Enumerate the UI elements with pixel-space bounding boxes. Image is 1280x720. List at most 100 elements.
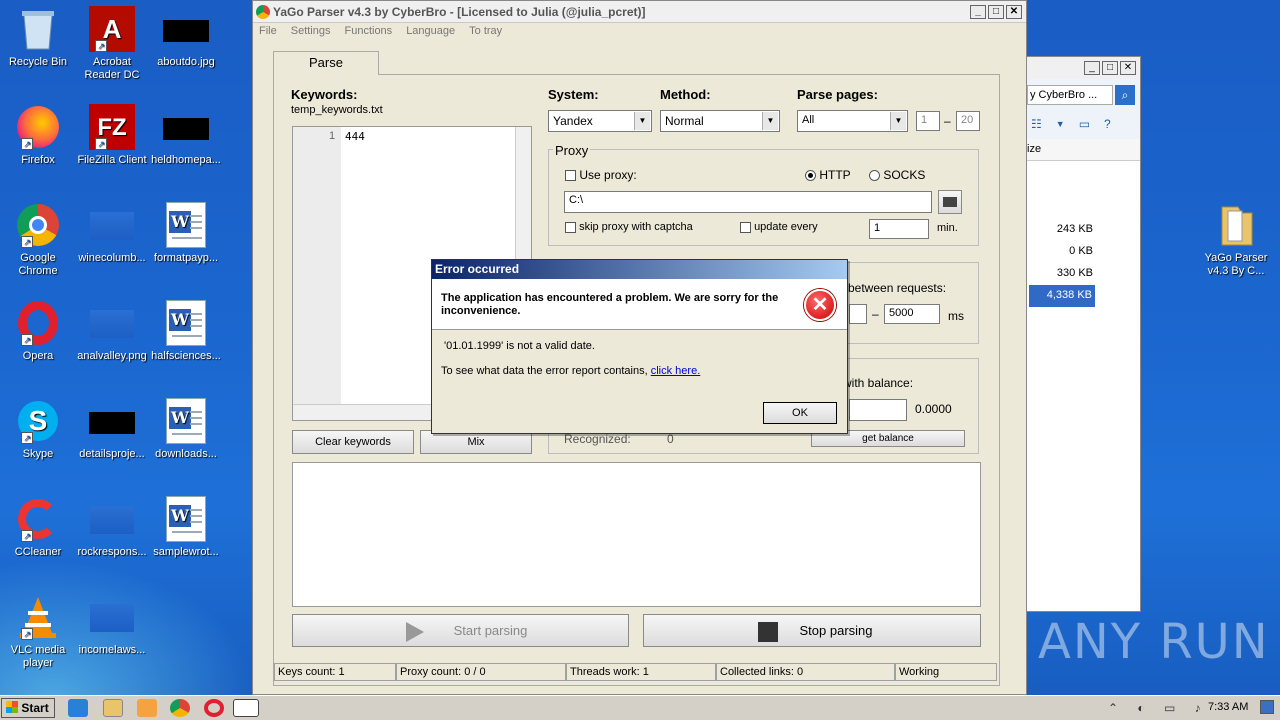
page-from-input[interactable]: 1 — [916, 111, 940, 131]
chrome-icon[interactable] — [170, 699, 190, 717]
start-button[interactable]: Start — [1, 698, 55, 718]
method-label: Method: — [660, 87, 711, 102]
image-file-icon — [163, 20, 209, 42]
word-doc-icon: W — [166, 398, 206, 444]
page-to-input[interactable]: 20 — [956, 111, 980, 131]
desktop-icon-ccleaner[interactable]: ↗ CCleaner — [0, 496, 76, 559]
address-bar[interactable]: y CyberBro ... — [1027, 85, 1113, 105]
folder-browse-button[interactable] — [938, 190, 962, 214]
proxy-path-input[interactable]: C:\ — [564, 191, 932, 213]
desktop-icon-label: Recycle Bin — [8, 56, 68, 68]
start-parsing-button[interactable]: Start parsing — [292, 614, 629, 647]
desktop-icon-label: Acrobat Reader DC — [84, 56, 140, 81]
desktop-icon-label: detailsproje... — [79, 448, 145, 460]
desktop-icon-heldhomepa[interactable]: heldhomepa... — [148, 104, 224, 167]
update-every-checkbox[interactable]: update every — [740, 221, 818, 233]
skip-captcha-checkbox[interactable]: skip proxy with captcha — [565, 221, 693, 233]
ok-button[interactable]: OK — [763, 402, 837, 424]
report-link[interactable]: click here. — [651, 365, 701, 377]
desktop-icon-yago-folder[interactable]: YaGo Parser v4.3 By C... — [1198, 202, 1274, 278]
menu-language[interactable]: Language — [406, 25, 455, 37]
desktop-icon-acrobat[interactable]: A ↗ Acrobat Reader DC — [74, 6, 150, 82]
image-file-icon — [90, 506, 134, 534]
desktop-icon-aboutdo[interactable]: aboutdo.jpg — [148, 6, 224, 69]
recognized-label: Recognized: — [564, 432, 631, 446]
search-icon[interactable]: ⌕ — [1115, 85, 1135, 105]
yago-taskbar-icon[interactable] — [233, 699, 259, 717]
page-dash: – — [944, 114, 951, 128]
socks-radio[interactable]: SOCKS — [869, 168, 925, 182]
menu-settings[interactable]: Settings — [291, 25, 331, 37]
menu-to-tray[interactable]: To tray — [469, 25, 502, 37]
parse-pages-label: Parse pages: — [797, 87, 878, 102]
update-every-input[interactable]: 1 — [869, 219, 929, 239]
help-icon[interactable]: ? — [1104, 117, 1111, 131]
preview-pane-icon[interactable]: ▭ — [1079, 117, 1090, 131]
keywords-file: temp_keywords.txt — [291, 104, 383, 116]
parse-pages-select[interactable]: All ▼ — [797, 110, 908, 132]
use-proxy-checkbox[interactable]: Use proxy: — [565, 168, 637, 182]
desktop-icon-label: FileZilla Client — [77, 154, 147, 166]
stop-parsing-button[interactable]: Stop parsing — [643, 614, 981, 647]
tray-icons[interactable]: ⌃ ◐ ▭ ♪ — [1108, 701, 1209, 715]
file-size-selected[interactable]: 4,338 KB — [1029, 285, 1095, 307]
delay-to-input[interactable]: 5000 — [884, 304, 940, 324]
status-keys-count: Keys count: 1 — [274, 663, 396, 681]
desktop-icon-filezilla[interactable]: FZ ↗ FileZilla Client — [74, 104, 150, 167]
clock[interactable]: 7:33 AM — [1208, 701, 1248, 713]
desktop-icon-formatpayp[interactable]: W formatpayp... — [148, 202, 224, 265]
desktop-icon-recycle-bin[interactable]: Recycle Bin — [0, 6, 76, 69]
desktop-icon-samplewrot[interactable]: W samplewrot... — [148, 496, 224, 559]
maximize-icon[interactable]: □ — [1102, 61, 1118, 75]
system-select[interactable]: Yandex ▼ — [548, 110, 652, 132]
close-icon[interactable]: ✕ — [1006, 4, 1022, 19]
desktop-icon-detailsproje[interactable]: detailsproje... — [74, 398, 150, 461]
menu-functions[interactable]: Functions — [344, 25, 392, 37]
explorer-icon[interactable] — [103, 699, 123, 717]
delay-from-input[interactable] — [849, 304, 867, 324]
image-file-icon — [90, 604, 134, 632]
desktop-icon-vlc[interactable]: ↗ VLC media player — [0, 594, 76, 670]
desktop-icon-downloads[interactable]: W downloads... — [148, 398, 224, 461]
acrobat-icon: A — [102, 13, 122, 44]
log-area[interactable] — [292, 462, 981, 607]
menu-file[interactable]: File — [259, 25, 277, 37]
dialog-message: '01.01.1999' is not a valid date. — [444, 340, 595, 352]
balance-input[interactable] — [849, 399, 907, 421]
error-dialog[interactable]: Error occurred The application has encou… — [431, 259, 848, 434]
file-size: 0 KB — [1069, 245, 1093, 257]
ie-icon[interactable] — [68, 699, 88, 717]
opera-icon[interactable] — [204, 699, 224, 717]
desktop-icon-analvalley[interactable]: analvalley.png — [74, 300, 150, 363]
close-icon[interactable]: ✕ — [1120, 61, 1136, 75]
media-player-icon[interactable] — [137, 699, 157, 717]
title-bar[interactable]: YaGo Parser v4.3 by CyberBro - [Licensed… — [253, 1, 1026, 23]
desktop-icon-skype[interactable]: S ↗ Skype — [0, 398, 76, 461]
minimize-icon[interactable]: _ — [970, 4, 986, 19]
http-radio[interactable]: HTTP — [805, 168, 851, 182]
show-desktop-icon[interactable] — [1260, 700, 1274, 714]
tab-parse[interactable]: Parse — [273, 51, 379, 75]
app-icon — [256, 4, 270, 19]
maximize-icon[interactable]: □ — [988, 4, 1004, 19]
chevron-down-icon: ▼ — [890, 112, 906, 130]
chevron-down-icon[interactable]: ▼ — [1056, 119, 1065, 129]
desktop-icon-label: halfsciences... — [151, 350, 221, 362]
clear-keywords-button[interactable]: Clear keywords — [292, 430, 414, 454]
desktop-icon-winecolumb[interactable]: winecolumb... — [74, 202, 150, 265]
method-select[interactable]: Normal ▼ — [660, 110, 780, 132]
view-icon[interactable]: ☷ — [1031, 117, 1042, 131]
ms-label: ms — [948, 309, 964, 323]
dialog-title: Error occurred — [432, 260, 847, 279]
column-header-size[interactable]: ize — [1023, 139, 1140, 161]
desktop-icon-label: incomelaws... — [78, 644, 146, 656]
desktop-icon-halfsciences[interactable]: W halfsciences... — [148, 300, 224, 363]
desktop-icon-rockrespons[interactable]: rockrespons... — [74, 496, 150, 559]
system-label: System: — [548, 87, 599, 102]
desktop-icon-opera[interactable]: ↗ Opera — [0, 300, 76, 363]
minimize-icon[interactable]: _ — [1084, 61, 1100, 75]
background-explorer-window[interactable]: _ □ ✕ y CyberBro ... ⌕ ☷ ▼ ▭? ize 243 KB 0 K… — [1022, 56, 1141, 612]
desktop-icon-chrome[interactable]: ↗ Google Chrome — [0, 202, 76, 278]
desktop-icon-firefox[interactable]: ↗ Firefox — [0, 104, 76, 167]
desktop-icon-incomelaws[interactable]: incomelaws... — [74, 594, 150, 657]
